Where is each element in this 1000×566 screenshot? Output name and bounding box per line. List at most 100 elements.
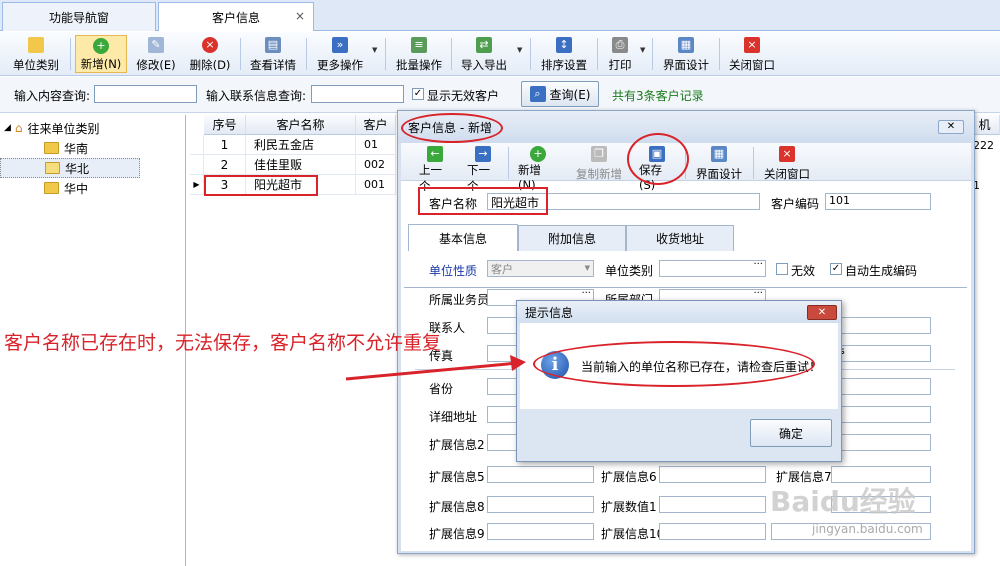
- ext10-input[interactable]: [659, 523, 766, 540]
- column-header[interactable]: 客户名称: [246, 115, 356, 135]
- highlight-circle: [627, 133, 689, 185]
- copy-add-button[interactable]: ❐ 复制新增: [571, 144, 627, 182]
- layout-icon: ▦: [711, 146, 727, 162]
- view-detail-button[interactable]: ▤ 查看详情: [245, 35, 301, 73]
- more-actions-button[interactable]: » 更多操作: [312, 35, 368, 73]
- delete-button[interactable]: × 删除(D): [184, 35, 236, 73]
- dropdown-arrow-icon[interactable]: ▼: [372, 46, 377, 54]
- more-icon[interactable]: ···: [581, 288, 591, 299]
- city-input[interactable]: [831, 378, 931, 395]
- num1-input[interactable]: [659, 496, 766, 513]
- chevron-down-icon: »: [332, 37, 348, 53]
- add-button[interactable]: + 新增(N): [75, 35, 127, 73]
- highlight-circle: [401, 113, 503, 143]
- button-label: 界面设计: [663, 58, 709, 72]
- invalid-label: 无效: [791, 264, 816, 278]
- ext8-input[interactable]: [487, 496, 594, 513]
- tree-node[interactable]: 华南: [0, 138, 185, 158]
- prev-button[interactable]: ← 上一个: [415, 144, 455, 193]
- tree-node[interactable]: 华中: [0, 178, 185, 198]
- import-icon: ⇄: [476, 37, 492, 53]
- ext10-label: 扩展信息10: [601, 527, 665, 541]
- category-button[interactable]: 单位类别: [8, 35, 64, 73]
- delete-icon: ×: [202, 37, 218, 53]
- dropdown-arrow-icon[interactable]: ▼: [640, 46, 645, 54]
- ext6-input[interactable]: [659, 466, 766, 483]
- close-window-button[interactable]: × 关闭窗口: [724, 35, 780, 73]
- nature-select[interactable]: 客户 ▼: [487, 260, 594, 277]
- plus-icon: +: [93, 38, 109, 54]
- content-search-input[interactable]: [94, 85, 197, 103]
- close-tab-icon[interactable]: ×: [295, 9, 305, 23]
- ui-design-button[interactable]: ▦ 界面设计: [658, 35, 714, 73]
- close-icon[interactable]: ✕: [938, 120, 964, 134]
- cell-code: 001: [356, 175, 396, 195]
- detail-icon: ▤: [265, 37, 281, 53]
- button-label: 打印: [608, 58, 632, 72]
- email-input[interactable]: cs: [831, 345, 931, 362]
- code-label: 客户编码: [771, 197, 820, 211]
- batch-button[interactable]: ≡ 批量操作: [391, 35, 447, 73]
- contact-search-label: 输入联系信息查询:: [206, 89, 307, 103]
- more-icon[interactable]: ···: [753, 259, 763, 270]
- tab-navigation[interactable]: 功能导航窗: [2, 2, 156, 31]
- auto-code-label: 自动生成编码: [845, 264, 918, 278]
- tree-node-selected[interactable]: 华北: [0, 158, 140, 178]
- open-folder-icon: [45, 162, 60, 174]
- folder-icon: [44, 182, 59, 194]
- button-label: 批量操作: [396, 58, 442, 72]
- dialog-add-button[interactable]: + 新增(N): [514, 144, 562, 192]
- ext4-input[interactable]: [831, 434, 931, 451]
- show-invalid-checkbox[interactable]: ✓: [412, 88, 424, 100]
- collapse-icon[interactable]: ◢: [4, 123, 11, 133]
- query-button[interactable]: ⌕ 查询(E): [521, 81, 599, 107]
- tab-bar: 功能导航窗 客户信息 ×: [0, 0, 1000, 31]
- contact-search-input[interactable]: [311, 85, 404, 103]
- more-icon[interactable]: ···: [753, 288, 763, 299]
- tab-extra-info[interactable]: 附加信息: [518, 225, 626, 251]
- ext5-label: 扩展信息5: [429, 470, 485, 484]
- tab-label: 客户信息: [211, 10, 260, 25]
- close-icon[interactable]: ✕: [807, 305, 837, 320]
- folder-icon: [44, 142, 59, 154]
- import-export-button[interactable]: ⇄ 导入导出: [456, 35, 512, 73]
- tree-node-label: 华中: [64, 181, 89, 196]
- button-label: 查询(E): [549, 87, 591, 102]
- salesman-label: 所属业务员: [429, 293, 490, 307]
- cell-code: 01: [356, 135, 396, 155]
- auto-code-checkbox[interactable]: ✓: [830, 263, 842, 275]
- message-box: 提示信息 ✕ i 当前输入的单位名称已存在，请检查后重试！ 确定: [516, 300, 842, 462]
- ok-button[interactable]: 确定: [750, 419, 832, 447]
- button-label: 新增(N): [80, 57, 122, 71]
- tab-basic-info[interactable]: 基本信息: [408, 224, 518, 251]
- column-header[interactable]: 序号: [204, 115, 246, 135]
- show-invalid-label: 显示无效客户: [427, 89, 500, 103]
- ext5-input[interactable]: [487, 466, 594, 483]
- watermark-url: jingyan.baidu.com: [812, 522, 923, 536]
- dialog-close-button[interactable]: × 关闭窗口: [759, 144, 815, 182]
- category-input[interactable]: ···: [659, 259, 766, 277]
- tree-node-label: 华北: [65, 161, 90, 176]
- column-header[interactable]: 客户: [356, 115, 396, 135]
- tab-shipping-address[interactable]: 收货地址: [626, 225, 734, 251]
- tree-root[interactable]: ◢ ⌂ 往来单位类别: [0, 118, 185, 138]
- print-button[interactable]: ⎙ 打印: [602, 35, 638, 73]
- search-bar: 输入内容查询: 输入联系信息查询: ✓ 显示无效客户 ⌕ 查询(E) 共有3条客户…: [0, 77, 1000, 113]
- main-toolbar: 单位类别 + 新增(N) ✎ 修改(E) × 删除(D) ▤ 查看详情 » 更多操作 ▼ …: [0, 32, 1000, 76]
- phone-input[interactable]: [831, 317, 931, 334]
- chevron-down-icon: ▼: [584, 264, 590, 272]
- invalid-checkbox[interactable]: [776, 263, 788, 275]
- nature-value: 客户: [491, 263, 513, 276]
- dialog-design-button[interactable]: ▦ 界面设计: [691, 144, 747, 182]
- code-input[interactable]: 101: [825, 193, 931, 210]
- zip-input[interactable]: [831, 406, 931, 423]
- arrow-left-icon: ←: [427, 146, 443, 162]
- tab-customer-info[interactable]: 客户信息 ×: [158, 2, 314, 31]
- copy-icon: ❐: [591, 146, 607, 162]
- sort-button[interactable]: ↕ 排序设置: [536, 35, 592, 73]
- ext9-input[interactable]: [487, 523, 594, 540]
- dropdown-arrow-icon[interactable]: ▼: [517, 46, 522, 54]
- edit-button[interactable]: ✎ 修改(E): [130, 35, 182, 73]
- next-button[interactable]: → 下一个: [463, 144, 503, 193]
- printer-icon: ⎙: [612, 37, 628, 53]
